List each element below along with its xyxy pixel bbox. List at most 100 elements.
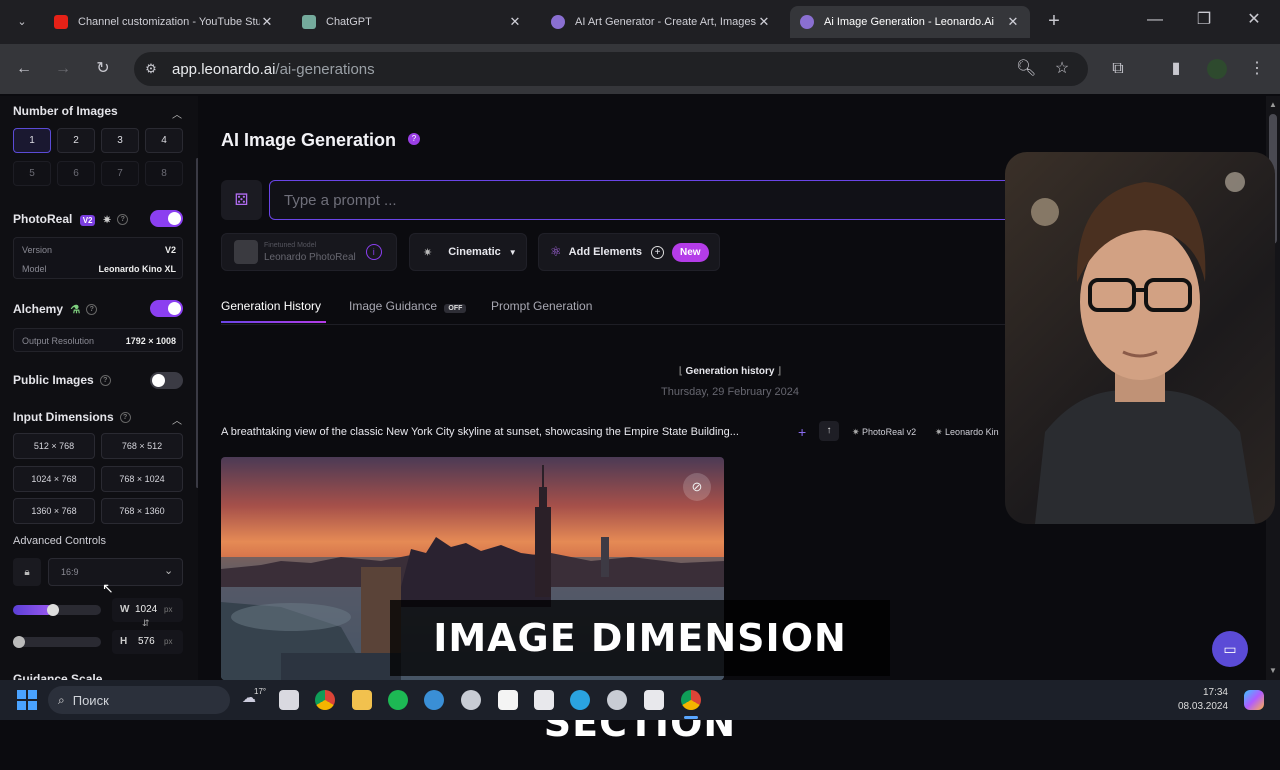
dimension-1360x768[interactable]: 1360 × 768 — [13, 498, 95, 524]
new-tab-button[interactable]: + — [1044, 11, 1064, 31]
tab-image-guidance[interactable]: Image Guidance OFF — [349, 299, 467, 313]
tab-chatgpt[interactable]: ChatGPT ✕ — [292, 6, 532, 38]
window-close-icon[interactable]: ✕ — [1244, 10, 1264, 30]
close-icon[interactable]: ✕ — [1006, 14, 1020, 30]
dimension-768x512[interactable]: 768 × 512 — [101, 433, 183, 459]
windows-start-icon[interactable] — [17, 690, 37, 710]
presenter-portrait — [1031, 172, 1255, 524]
help-icon[interactable]: ? — [119, 412, 131, 424]
clock-time[interactable]: 17:34 — [1190, 687, 1228, 698]
restore-icon[interactable]: ❐ — [1194, 10, 1214, 30]
start-tile — [28, 690, 37, 699]
finetuned-model-select[interactable]: Finetuned Model Leonardo PhotoReal i — [221, 233, 397, 271]
capcut-2-icon[interactable] — [644, 690, 664, 710]
site-settings-icon[interactable]: ⚙ — [142, 59, 160, 79]
version-value[interactable]: V2 — [165, 245, 176, 255]
tab-prompt-generation[interactable]: Prompt Generation — [491, 299, 592, 313]
collapse-icon[interactable]: ︿ — [172, 412, 182, 427]
notion-icon[interactable] — [498, 690, 518, 710]
tab-generation-history[interactable]: Generation History — [221, 299, 321, 313]
style-select[interactable]: ✷ Cinematic ▼ — [409, 233, 527, 271]
scroll-up-arrow[interactable]: ▲ — [1269, 100, 1277, 109]
chrome-icon[interactable] — [315, 690, 335, 710]
close-icon[interactable]: ✕ — [757, 14, 771, 30]
browser-icon[interactable] — [424, 690, 444, 710]
width-slider[interactable] — [13, 604, 101, 616]
alchemy-label: Alchemy — [13, 302, 64, 316]
chatgpt-icon — [302, 15, 316, 29]
chrome-active-icon[interactable] — [681, 690, 701, 710]
add-elements-button[interactable]: ⚛ Add Elements + New — [538, 233, 720, 271]
count-option-8[interactable]: 8 — [145, 161, 183, 186]
store-icon[interactable] — [279, 690, 299, 710]
height-field[interactable]: H 576 px — [112, 630, 183, 654]
close-icon[interactable]: ✕ — [508, 14, 522, 30]
count-option-4[interactable]: 4 — [145, 128, 183, 153]
side-panel-icon[interactable]: ▮ — [1166, 59, 1186, 79]
capcut-icon[interactable] — [534, 690, 554, 710]
copilot-icon[interactable] — [1244, 690, 1264, 710]
count-option-2[interactable]: 2 — [57, 128, 95, 153]
count-option-3[interactable]: 3 — [101, 128, 139, 153]
public-images-toggle[interactable] — [150, 372, 183, 389]
height-slider[interactable] — [13, 636, 101, 648]
aspect-lock-button[interactable]: 🔒︎ — [13, 558, 41, 586]
menu-icon[interactable]: ⋮ — [1247, 59, 1267, 79]
tab-leonardo-ai[interactable]: Ai Image Generation - Leonardo.Ai ✕ — [790, 6, 1030, 38]
zoom-icon[interactable]: 🔍︎ — [1016, 59, 1036, 79]
spotify-icon[interactable] — [388, 690, 408, 710]
count-option-1[interactable]: 1 — [13, 128, 51, 153]
count-option-7[interactable]: 7 — [101, 161, 139, 186]
tab-search-icon[interactable]: ⌄ — [12, 12, 32, 32]
help-icon[interactable]: ? — [408, 133, 420, 145]
webcam-overlay — [1005, 152, 1275, 524]
help-icon[interactable]: ? — [117, 214, 129, 226]
dimension-768x1360[interactable]: 768 × 1360 — [101, 498, 183, 524]
count-option-5[interactable]: 5 — [13, 161, 51, 186]
scroll-down-arrow[interactable]: ▼ — [1269, 666, 1277, 675]
bookmark-star-icon[interactable]: ☆ — [1052, 59, 1072, 79]
clock-date[interactable]: 08.03.2024 — [1178, 701, 1228, 712]
file-explorer-icon[interactable] — [352, 690, 372, 710]
photoreal-toggle[interactable] — [150, 210, 183, 227]
upload-button[interactable]: ↑ — [819, 421, 839, 441]
extensions-icon[interactable]: ⧉ — [1108, 59, 1128, 79]
swap-dimensions-icon[interactable]: ⇵ — [142, 618, 150, 629]
taskbar-search[interactable]: ⌕ Поиск — [48, 686, 230, 714]
chat-support-button[interactable]: ▭ — [1212, 631, 1248, 667]
back-icon[interactable]: ← — [14, 59, 34, 79]
help-icon[interactable]: ? — [86, 304, 98, 316]
hide-image-icon[interactable]: ⊘ — [683, 473, 711, 501]
random-prompt-button[interactable]: ⚄ — [221, 180, 262, 220]
dimension-512x768[interactable]: 512 × 768 — [13, 433, 95, 459]
input-dimensions-label: Input Dimensions — [13, 410, 114, 424]
minimize-icon[interactable]: — — [1145, 10, 1165, 30]
chevron-down-icon: ⌄ — [164, 565, 174, 577]
width-slider-handle[interactable] — [47, 604, 59, 616]
address-bar[interactable]: ⚙ app.leonardo.ai/ai-generations 🔍︎ ☆ — [134, 52, 1088, 86]
help-icon[interactable]: ? — [99, 375, 111, 387]
dimension-768x1024[interactable]: 768 × 1024 — [101, 466, 183, 492]
dimension-1024x768[interactable]: 1024 × 768 — [13, 466, 95, 492]
tab-youtube[interactable]: Channel customization - YouTube Studi ✕ — [44, 6, 284, 38]
profile-avatar[interactable] — [1207, 59, 1227, 79]
telegram-icon[interactable] — [570, 690, 590, 710]
aspect-ratio-select[interactable]: 16:9 ⌄ — [48, 558, 183, 586]
recorder-icon[interactable] — [607, 690, 627, 710]
count-option-6[interactable]: 6 — [57, 161, 95, 186]
info-icon[interactable]: i — [365, 244, 382, 260]
close-icon[interactable]: ✕ — [260, 14, 274, 30]
prompt-input[interactable]: Type a prompt ... — [269, 180, 1029, 220]
steam-icon[interactable] — [461, 690, 481, 710]
photoreal-version-badge: V2 — [79, 215, 96, 226]
model-value[interactable]: Leonardo Kino XL — [99, 264, 177, 274]
reload-icon[interactable]: ↻ — [93, 59, 113, 79]
public-images-label: Public Images — [13, 373, 94, 387]
tag-model: ✷ Leonardo Kin — [935, 427, 999, 438]
collapse-icon[interactable]: ︿ — [172, 106, 182, 121]
forward-icon[interactable]: → — [53, 59, 73, 79]
height-slider-handle[interactable] — [13, 636, 25, 648]
tab-ai-art-generator[interactable]: AI Art Generator - Create Art, Images & … — [541, 6, 781, 38]
alchemy-toggle[interactable] — [150, 300, 183, 317]
reuse-prompt-icon[interactable]: + — [798, 424, 806, 440]
